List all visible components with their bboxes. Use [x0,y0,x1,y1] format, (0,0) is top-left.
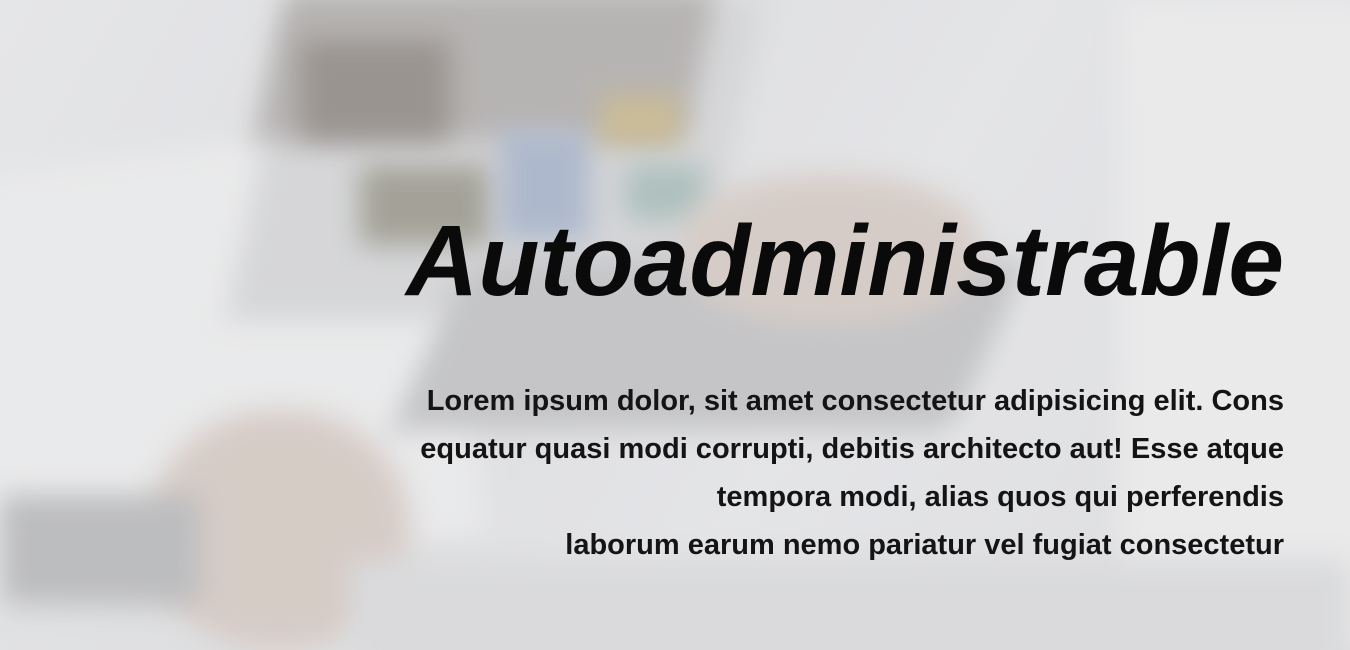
hero-description: Lorem ipsum dolor, sit amet consectetur … [294,377,1284,569]
hero-description-line: equatur quasi modi corrupti, debitis arc… [420,433,1284,465]
hero-content: Autoadministrable Lorem ipsum dolor, sit… [284,205,1284,569]
hero-description-line: laborum earum nemo pariatur vel fugiat c… [565,529,1284,561]
hero-description-line: tempora modi, alias quos qui perferendis [716,481,1284,513]
hero-title: Autoadministrable [406,205,1284,317]
hero-description-line: Lorem ipsum dolor, sit amet consectetur … [426,385,1284,417]
